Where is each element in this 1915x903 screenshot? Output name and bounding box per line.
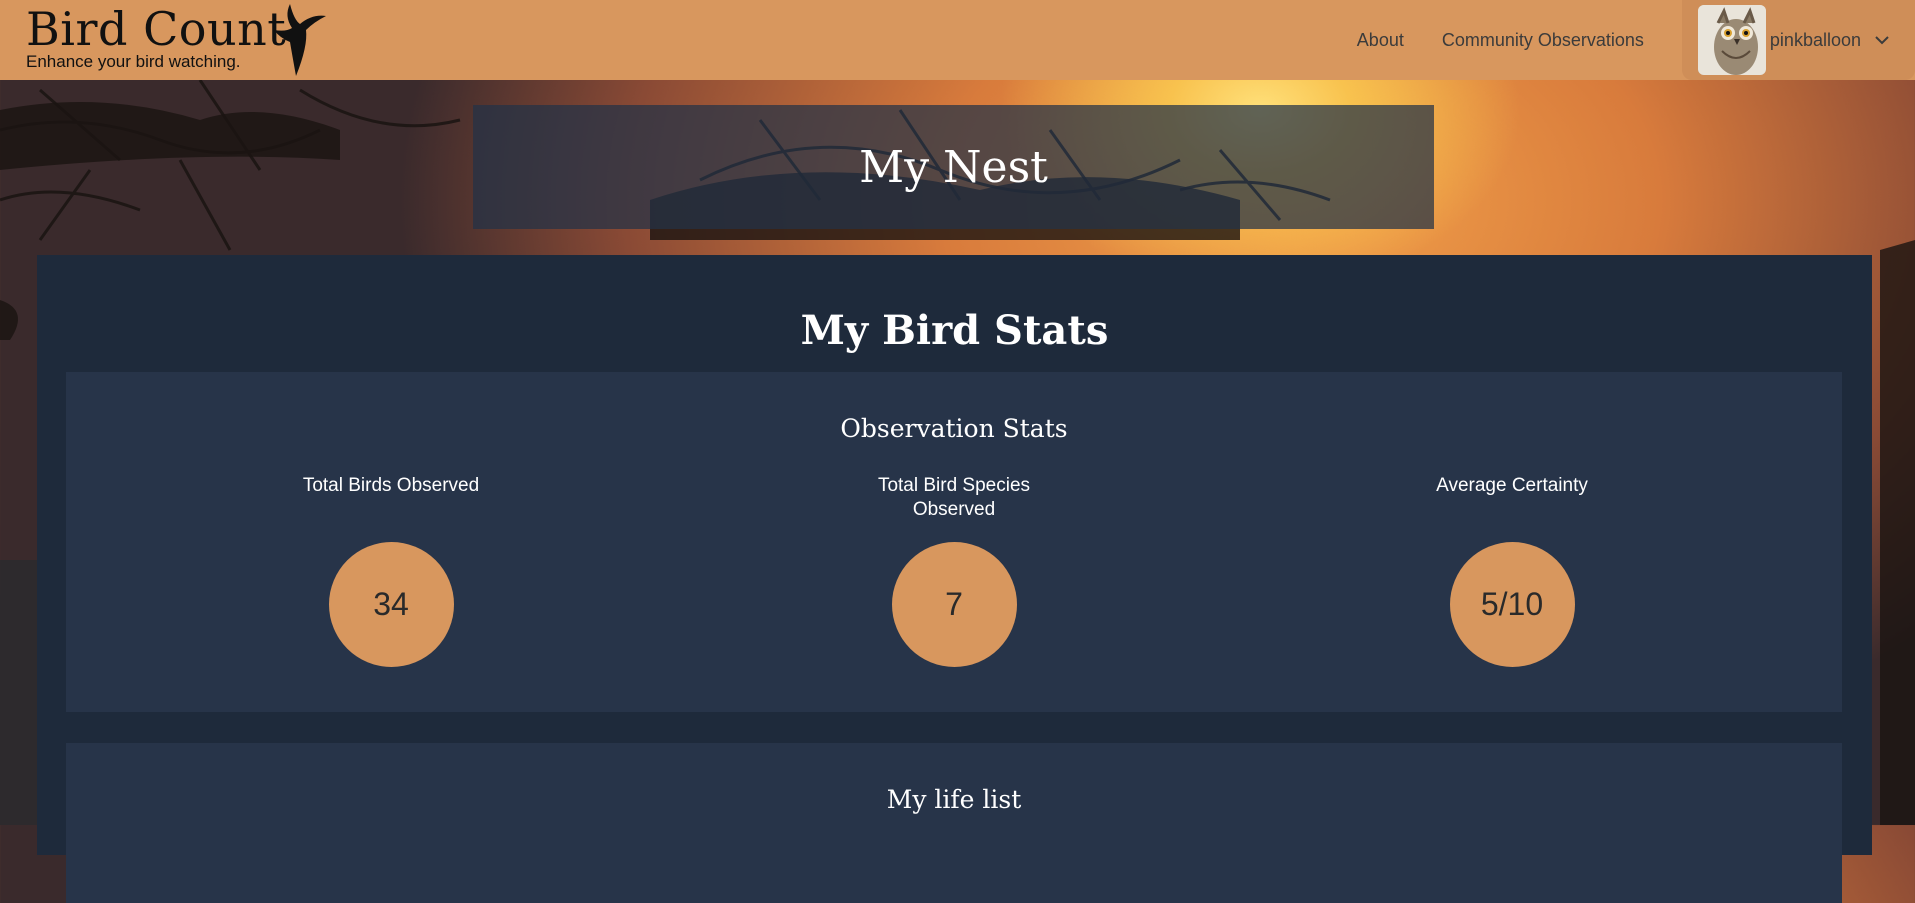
top-navbar: Bird Count Enhance your bird watching. A… (0, 0, 1915, 80)
card-title-life-list: My life list (886, 785, 1022, 814)
stat-average-certainty: Average Certainty 5/10 (1362, 474, 1662, 667)
stat-label: Total Bird Species Observed (877, 475, 1031, 520)
life-list-card: My life list (66, 743, 1842, 903)
stat-label: Average Certainty (1436, 475, 1588, 496)
stats-panel: My Bird Stats Observation Stats Total Bi… (37, 255, 1872, 903)
card-title-observation-stats: Observation Stats (840, 414, 1068, 443)
observation-stats-card: Observation Stats Total Birds Observed 3… (66, 372, 1842, 712)
section-title-my-bird-stats: My Bird Stats (800, 307, 1109, 354)
site-title: Bird Count (26, 2, 287, 56)
hero-banner: My Nest (473, 105, 1434, 229)
bird-logo-icon (274, 4, 326, 76)
stat-label: Total Birds Observed (302, 475, 480, 496)
stat-value: 5/10 (1449, 542, 1575, 667)
stat-total-species: Total Bird Species Observed 7 (804, 474, 1104, 667)
stat-total-birds: Total Birds Observed 34 (241, 474, 541, 667)
page-title: My Nest (859, 141, 1048, 193)
owl-avatar-image (1697, 5, 1766, 75)
stat-value: 34 (328, 542, 454, 667)
avatar[interactable] (1697, 5, 1766, 75)
brand[interactable]: Bird Count Enhance your bird watching. (26, 2, 286, 72)
user-menu[interactable]: pinkballoon (1681, 0, 1915, 80)
chevron-down-icon (1875, 36, 1889, 45)
username: pinkballoon (1769, 29, 1861, 50)
stat-value: 7 (891, 542, 1017, 667)
nav-links: About Community Observations pinkballoon (1357, 0, 1915, 80)
nav-link-about[interactable]: About (1357, 30, 1404, 51)
nav-link-community-observations[interactable]: Community Observations (1442, 30, 1644, 51)
